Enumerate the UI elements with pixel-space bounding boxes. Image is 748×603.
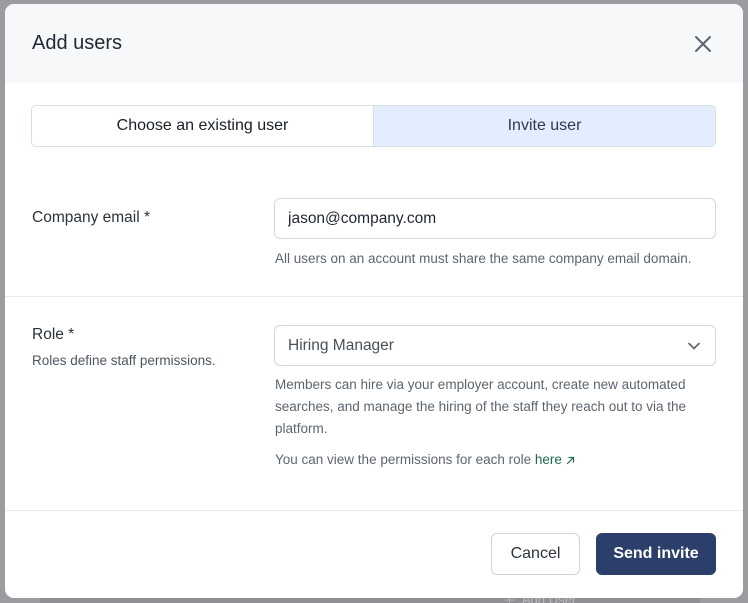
- permissions-text: You can view the permissions for each ro…: [275, 452, 535, 467]
- permissions-note: You can view the permissions for each ro…: [275, 449, 575, 471]
- role-description: Members can hire via your employer accou…: [275, 377, 687, 436]
- modal-header: Add users: [5, 4, 743, 83]
- user-mode-tabs: Choose an existing user Invite user: [31, 105, 716, 147]
- email-help-text: All users on an account must share the s…: [275, 251, 692, 266]
- role-label: Role *: [32, 326, 75, 343]
- tab-invite-user[interactable]: Invite user: [374, 106, 715, 146]
- permissions-link-label: here: [534, 452, 562, 467]
- close-icon: [695, 36, 711, 52]
- company-email-label: Company email *: [32, 209, 151, 226]
- permissions-here-link[interactable]: here: [535, 452, 575, 467]
- section-divider: [5, 296, 743, 297]
- company-email-input[interactable]: [274, 198, 716, 239]
- footer-divider: [5, 510, 743, 511]
- role-select[interactable]: Hiring Manager: [274, 325, 716, 366]
- external-arrow-icon: [566, 456, 574, 465]
- cancel-button[interactable]: Cancel: [491, 533, 580, 575]
- add-users-modal: Add users Choose an existing user Invite…: [5, 4, 743, 598]
- tab-choose-existing-user[interactable]: Choose an existing user: [32, 106, 374, 146]
- chevron-down-icon: [687, 339, 701, 353]
- modal-title: Add users: [32, 32, 123, 54]
- close-button[interactable]: [691, 32, 715, 56]
- role-select-value: Hiring Manager: [288, 336, 394, 354]
- role-sublabel: Roles define staff permissions.: [32, 353, 216, 368]
- send-invite-button[interactable]: Send invite: [596, 533, 716, 575]
